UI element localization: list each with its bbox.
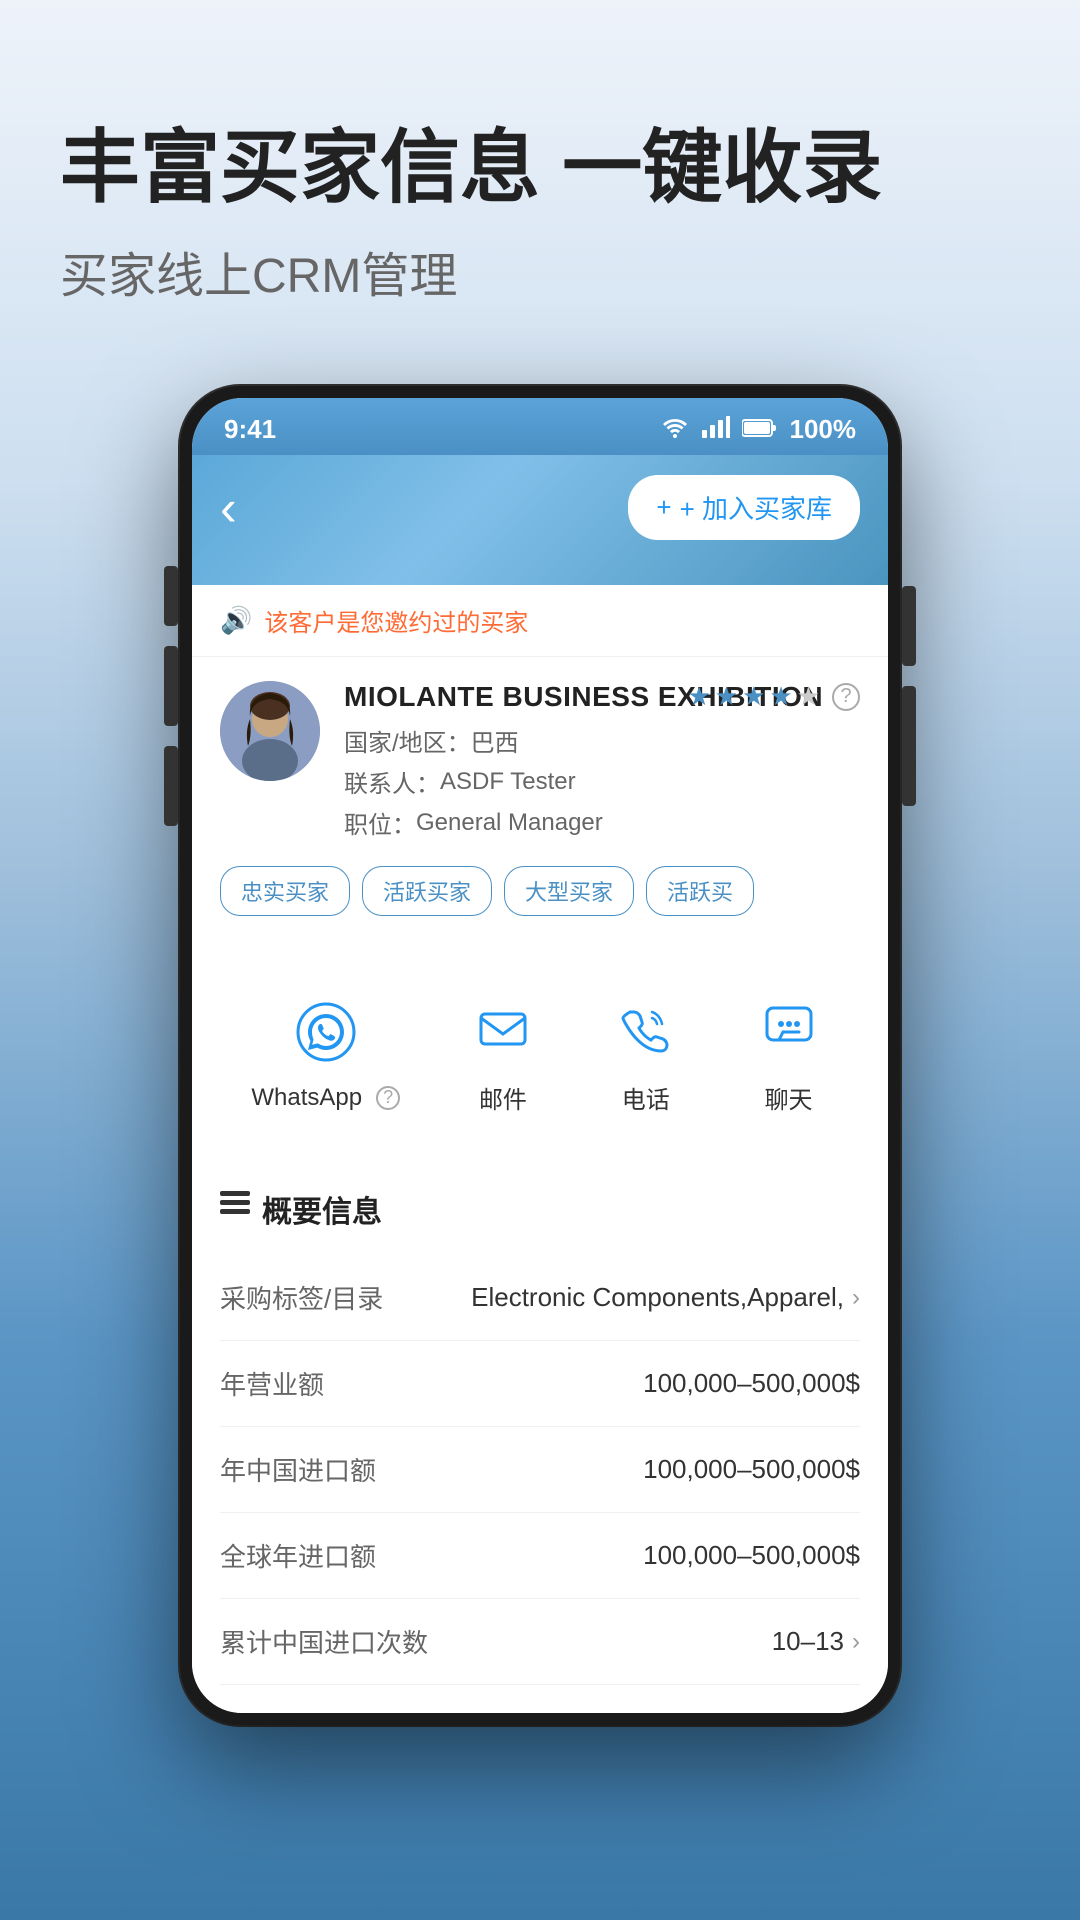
tag-large: 大型买家 bbox=[504, 866, 634, 916]
contact-actions: WhatsApp ? 邮件 bbox=[192, 960, 888, 1143]
info-value-2: 100,000–500,000$ bbox=[643, 1454, 860, 1485]
hero-section: 丰富买家信息 一键收录 买家线上CRM管理 bbox=[0, 0, 1080, 346]
country-label: 国家/地区： bbox=[344, 723, 471, 758]
contact-email[interactable]: 邮件 bbox=[463, 988, 543, 1115]
tag-active2: 活跃买 bbox=[646, 866, 754, 916]
contact-value: ASDF Tester bbox=[440, 768, 576, 796]
side-button-volume bbox=[902, 686, 916, 806]
status-right: 100% bbox=[660, 414, 857, 445]
info-value-1: 100,000–500,000$ bbox=[643, 1368, 860, 1399]
phone-mockup-container: 9:41 bbox=[0, 386, 1080, 1725]
info-item-3: 全球年进口额 100,000–500,000$ bbox=[220, 1513, 860, 1599]
info-value-text-4: 10–13 bbox=[772, 1626, 844, 1657]
whatsapp-icon-wrapper bbox=[286, 992, 366, 1072]
business-card: ★ ★ ★ ★ ★ ? bbox=[192, 657, 888, 944]
info-value-4: 10–13 › bbox=[772, 1626, 860, 1657]
side-button-left-2 bbox=[164, 646, 178, 726]
add-buyer-button[interactable]: + + 加入买家库 bbox=[628, 475, 860, 540]
info-label-4: 累计中国进口次数 bbox=[220, 1623, 428, 1660]
info-value-text-0: Electronic Components,Apparel, bbox=[471, 1282, 844, 1313]
side-button-left-1 bbox=[164, 566, 178, 626]
info-item-2: 年中国进口额 100,000–500,000$ bbox=[220, 1427, 860, 1513]
notice-banner: 🔊 该客户是您邀约过的买家 bbox=[192, 585, 888, 657]
country-value: 巴西 bbox=[471, 723, 519, 758]
position-value: General Manager bbox=[416, 809, 603, 837]
whatsapp-label: WhatsApp ? bbox=[251, 1084, 400, 1112]
contact-phone[interactable]: 电话 bbox=[606, 988, 686, 1115]
whatsapp-help-icon[interactable]: ? bbox=[376, 1086, 400, 1110]
header-bg: ‹ + + 加入买家库 bbox=[192, 455, 888, 585]
back-button[interactable]: ‹ bbox=[220, 479, 237, 537]
star-3: ★ bbox=[742, 681, 765, 712]
info-label-0: 采购标签/目录 bbox=[220, 1279, 383, 1316]
hero-subtitle: 买家线上CRM管理 bbox=[60, 236, 1020, 306]
phone-label: 电话 bbox=[622, 1080, 670, 1115]
hero-title: 丰富买家信息 一键收录 bbox=[60, 120, 1020, 216]
header-bar: ‹ + + 加入买家库 bbox=[192, 455, 888, 570]
rating-help-icon[interactable]: ? bbox=[832, 683, 860, 711]
add-buyer-label: + 加入买家库 bbox=[680, 489, 832, 526]
plus-icon: + bbox=[656, 492, 671, 523]
tag-loyal: 忠实买家 bbox=[220, 866, 350, 916]
wifi-icon bbox=[660, 414, 690, 445]
star-2: ★ bbox=[715, 681, 738, 712]
email-label: 邮件 bbox=[479, 1080, 527, 1115]
battery-percent: 100% bbox=[790, 414, 857, 445]
side-button-power bbox=[902, 586, 916, 666]
signal-icon bbox=[702, 414, 730, 445]
chat-icon-wrapper bbox=[749, 988, 829, 1068]
chat-label: 聊天 bbox=[765, 1080, 813, 1115]
info-item-0: 采购标签/目录 Electronic Components,Apparel, › bbox=[220, 1255, 860, 1341]
chevron-icon-0: › bbox=[852, 1284, 860, 1312]
stars-row: ★ ★ ★ ★ ★ ? bbox=[687, 681, 860, 712]
chevron-icon-4: › bbox=[852, 1628, 860, 1656]
tag-active: 活跃买家 bbox=[362, 866, 492, 916]
star-1: ★ bbox=[687, 681, 710, 712]
info-item-1: 年营业额 100,000–500,000$ bbox=[220, 1341, 860, 1427]
battery-icon bbox=[742, 414, 778, 445]
section-title: 概要信息 bbox=[220, 1187, 860, 1231]
speaker-icon: 🔊 bbox=[220, 605, 252, 636]
contact-chat[interactable]: 聊天 bbox=[749, 988, 829, 1115]
avatar bbox=[220, 681, 320, 781]
email-icon-wrapper bbox=[463, 988, 543, 1068]
whatsapp-text: WhatsApp bbox=[251, 1084, 362, 1112]
info-label-1: 年营业额 bbox=[220, 1365, 324, 1402]
country-row: 国家/地区： 巴西 bbox=[344, 723, 860, 758]
info-value-3: 100,000–500,000$ bbox=[643, 1540, 860, 1571]
info-value-0: Electronic Components,Apparel, › bbox=[471, 1282, 860, 1313]
overview-title: 概要信息 bbox=[262, 1187, 382, 1231]
notice-text: 该客户是您邀约过的买家 bbox=[264, 603, 528, 638]
overview-section: 概要信息 采购标签/目录 Electronic Components,Appar… bbox=[192, 1159, 888, 1713]
star-5: ★ bbox=[797, 681, 820, 712]
tags-row: 忠实买家 活跃买家 大型买家 活跃买 bbox=[220, 866, 860, 916]
overview-icon bbox=[220, 1191, 250, 1227]
info-item-4: 累计中国进口次数 10–13 › bbox=[220, 1599, 860, 1685]
contact-label: 联系人： bbox=[344, 764, 440, 799]
info-label-3: 全球年进口额 bbox=[220, 1537, 376, 1574]
position-row: 职位： General Manager bbox=[344, 805, 860, 840]
status-bar: 9:41 bbox=[192, 398, 888, 455]
info-label-2: 年中国进口额 bbox=[220, 1451, 376, 1488]
phone-screen: 9:41 bbox=[192, 398, 888, 1713]
contact-row: 联系人： ASDF Tester bbox=[344, 764, 860, 799]
phone-frame: 9:41 bbox=[180, 386, 900, 1725]
contact-whatsapp[interactable]: WhatsApp ? bbox=[251, 992, 400, 1112]
side-button-left-3 bbox=[164, 746, 178, 826]
star-4: ★ bbox=[769, 681, 792, 712]
position-label: 职位： bbox=[344, 805, 416, 840]
status-time: 9:41 bbox=[224, 414, 276, 445]
phone-icon-wrapper bbox=[606, 988, 686, 1068]
